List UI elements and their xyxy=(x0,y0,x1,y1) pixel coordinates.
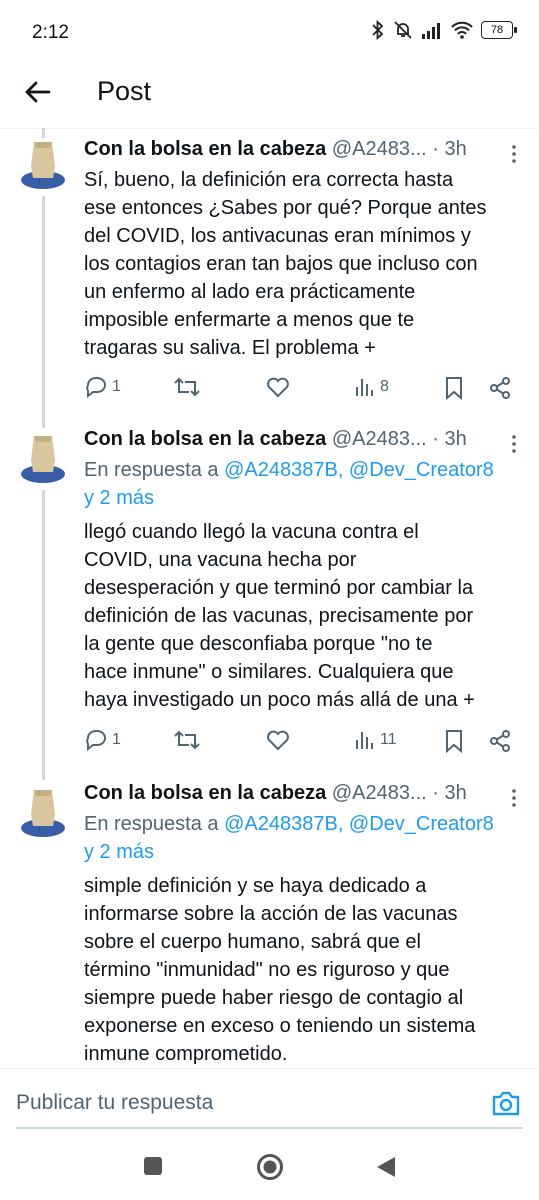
text-line: exponerse en exceso o teniendo un sistem… xyxy=(84,1015,476,1037)
reply-prefix: En respuesta a xyxy=(84,813,225,835)
text-line: la gente que desconfiaba porque "no te xyxy=(84,633,433,655)
tweet-actions: 1 11 xyxy=(84,729,524,761)
avatar[interactable] xyxy=(20,786,66,838)
reply-composer[interactable]: Publicar tu respuesta xyxy=(0,1068,539,1139)
text-line: COVID, una vacuna hecha por xyxy=(84,549,357,571)
input-underline xyxy=(16,1127,523,1129)
reply-count: 1 xyxy=(112,378,121,395)
text-line: del COVID, los antivacunas eran mínimos … xyxy=(84,225,471,247)
status-time: 2:12 xyxy=(32,22,69,43)
text-line: los contagios eran tan bajos que incluso… xyxy=(84,253,478,275)
author-handle-time: @A2483... · 3h xyxy=(331,428,467,450)
reply-context: En respuesta a @A248387B, @Dev_Creator8 … xyxy=(84,810,529,866)
reply-mentions[interactable]: @A248387B, @Dev_Creator8 xyxy=(224,813,494,835)
bookmark-icon[interactable] xyxy=(444,729,464,753)
bar-chart-icon xyxy=(356,732,373,749)
text-line: ese entonces ¿Sabes por qué? Porque ante… xyxy=(84,197,487,219)
author-name[interactable]: Con la bolsa en la cabeza xyxy=(84,138,326,160)
reply-prefix: En respuesta a xyxy=(84,459,225,481)
reply-more-link[interactable]: y 2 más xyxy=(84,487,154,509)
home-icon[interactable] xyxy=(256,1153,284,1181)
text-line: definición de las vacunas, precisamente … xyxy=(84,605,474,627)
avatar[interactable] xyxy=(20,432,66,484)
back-nav-icon[interactable] xyxy=(376,1156,396,1178)
more-vertical-icon[interactable] xyxy=(511,788,517,808)
view-count: 11 xyxy=(380,731,397,748)
retweet-icon xyxy=(174,377,200,397)
tweet-actions: 1 8 xyxy=(84,376,524,408)
comment-icon xyxy=(86,377,106,398)
author-handle-time: @A2483... · 3h xyxy=(331,138,467,160)
tweet-header: Con la bolsa en la cabeza @A2483... · 3h xyxy=(84,782,467,805)
text-line: desesperación y que terminó por cambiar … xyxy=(84,577,474,599)
reply-count: 1 xyxy=(112,731,121,748)
bar-chart-icon xyxy=(356,379,373,396)
recents-icon[interactable] xyxy=(143,1156,163,1176)
comment-icon xyxy=(86,730,106,751)
views-button[interactable]: 11 xyxy=(354,729,397,751)
reply-more-link[interactable]: y 2 más xyxy=(84,841,154,863)
reply-input[interactable]: Publicar tu respuesta xyxy=(16,1091,213,1115)
author-handle-time: @A2483... · 3h xyxy=(331,782,467,804)
system-nav-bar xyxy=(0,1138,539,1200)
muted-bell-icon xyxy=(394,21,412,39)
reply-context: En respuesta a @A248387B, @Dev_Creator8 … xyxy=(84,456,529,512)
text-line: simple definición y se haya dedicado a xyxy=(84,875,427,897)
reply-button[interactable]: 1 xyxy=(84,729,121,751)
text-line: haya investigado un poco más allá de una… xyxy=(84,689,475,711)
bluetooth-icon xyxy=(372,20,384,40)
more-vertical-icon[interactable] xyxy=(511,144,517,164)
like-button[interactable] xyxy=(266,376,290,398)
tweet[interactable]: Con la bolsa en la cabeza @A2483... · 3h… xyxy=(0,428,539,778)
heart-icon xyxy=(267,730,289,751)
more-vertical-icon[interactable] xyxy=(511,434,517,454)
page-title: Post xyxy=(97,76,152,106)
battery-icon: 78 xyxy=(481,21,517,39)
author-name[interactable]: Con la bolsa en la cabeza xyxy=(84,782,326,804)
text-line: siempre puede haber riesgo de contagio a… xyxy=(84,987,464,1009)
tweet-header: Con la bolsa en la cabeza @A2483... · 3h xyxy=(84,428,467,451)
text-line: inmune comprometido. xyxy=(84,1043,288,1065)
top-bar: Post xyxy=(0,64,539,129)
tweet-text: simple definición y se haya dedicado a i… xyxy=(84,872,524,1068)
tweet[interactable]: Con la bolsa en la cabeza @A2483... · 3h… xyxy=(0,782,539,1068)
text-line: un enfermo al lado era prácticamente xyxy=(84,281,416,303)
share-icon[interactable] xyxy=(488,729,512,753)
camera-icon[interactable] xyxy=(491,1089,521,1117)
heart-icon xyxy=(267,377,289,398)
author-name[interactable]: Con la bolsa en la cabeza xyxy=(84,428,326,450)
tweet-text: llegó cuando llegó la vacuna contra el C… xyxy=(84,518,524,714)
arrow-left-icon[interactable] xyxy=(22,76,54,108)
view-count: 8 xyxy=(380,378,389,395)
text-line: llegó cuando llegó la vacuna contra el xyxy=(84,521,419,543)
status-icons: 78 xyxy=(371,20,517,40)
text-line: imposible enfermarte a menos que te xyxy=(84,309,415,331)
tweet-text: Sí, bueno, la definición era correcta ha… xyxy=(84,166,524,362)
wifi-icon xyxy=(451,21,473,39)
status-bar: 2:12 78 xyxy=(0,0,539,64)
like-button[interactable] xyxy=(266,729,290,751)
text-line: tragaras su saliva. El problema + xyxy=(84,337,376,359)
tweet[interactable]: Con la bolsa en la cabeza @A2483... · 3h… xyxy=(0,138,539,418)
signal-icon xyxy=(422,23,440,39)
retweet-button[interactable] xyxy=(174,729,200,751)
avatar[interactable] xyxy=(20,138,66,190)
views-button[interactable]: 8 xyxy=(354,376,389,398)
retweet-button[interactable] xyxy=(174,376,200,398)
reply-mentions[interactable]: @A248387B, @Dev_Creator8 xyxy=(224,459,494,481)
thread-line xyxy=(42,128,45,138)
share-icon[interactable] xyxy=(488,376,512,400)
text-line: informarse sobre la acción de las vacuna… xyxy=(84,903,458,925)
text-line: término "inmunidad" no es riguroso y que xyxy=(84,959,450,981)
text-line: sobre el cuerpo humano, sabrá que el xyxy=(84,931,421,953)
bookmark-icon[interactable] xyxy=(444,376,464,400)
text-line: Sí, bueno, la definición era correcta ha… xyxy=(84,169,454,191)
text-line: hace inmune" o similares. Cualquiera que xyxy=(84,661,454,683)
reply-button[interactable]: 1 xyxy=(84,376,121,398)
retweet-icon xyxy=(174,730,200,750)
tweet-header: Con la bolsa en la cabeza @A2483... · 3h xyxy=(84,138,467,161)
